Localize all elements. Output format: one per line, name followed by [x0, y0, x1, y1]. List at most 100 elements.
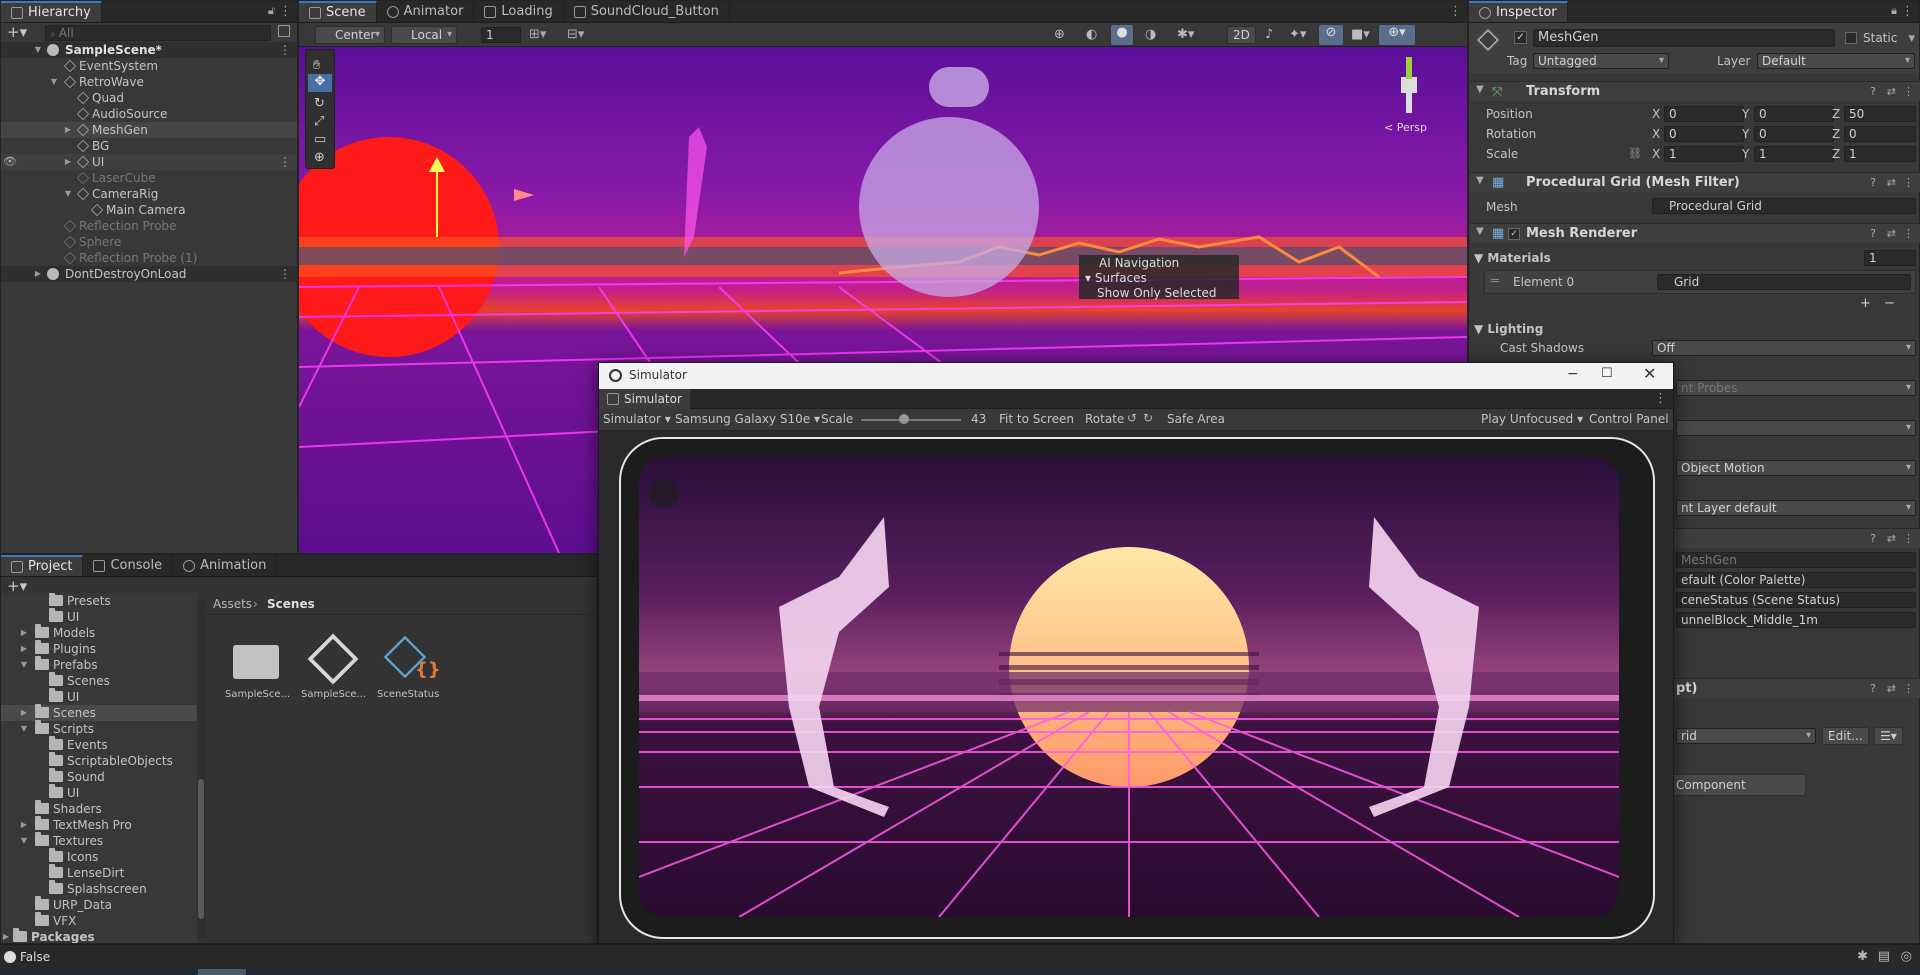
list-item[interactable]: Reflection Probe (1) — [1, 250, 297, 266]
tag-dropdown[interactable]: Untagged — [1533, 53, 1669, 69]
tree-item[interactable]: Icons — [1, 848, 197, 865]
preset-icon[interactable]: ⇄ — [1887, 85, 1896, 98]
rotation-z[interactable]: 0 — [1844, 126, 1916, 142]
hidden-objects-icon[interactable]: ⊘ — [1319, 25, 1343, 45]
asset-item[interactable]: SampleSce... — [299, 631, 366, 711]
tree-item[interactable]: ▶ Packages — [1, 928, 197, 943]
device-screen[interactable] — [639, 457, 1619, 917]
help-icon[interactable]: ? — [1870, 176, 1876, 189]
mode-dropdown[interactable]: Simulator ▾ — [603, 412, 671, 426]
enabled-checkbox[interactable]: ✓ — [1508, 228, 1520, 240]
more-icon[interactable]: ⋮ — [279, 4, 292, 19]
materials-count[interactable]: 1 — [1864, 250, 1916, 266]
tree-item[interactable]: VFX — [1, 912, 197, 929]
wireframe-icon[interactable]: ◐ — [1086, 27, 1097, 42]
scale-x[interactable]: 1 — [1664, 146, 1744, 162]
motion-vectors-dropdown[interactable]: Object Motion — [1676, 460, 1916, 476]
list-item[interactable]: Quad — [1, 90, 297, 106]
tab-loading[interactable]: Loading — [474, 1, 564, 22]
scale-z[interactable]: 1 — [1844, 146, 1916, 162]
camera-icon[interactable]: ■▾ — [1351, 27, 1370, 42]
scale-slider-thumb[interactable] — [899, 414, 909, 424]
breadcrumb-current[interactable]: Scenes — [267, 597, 315, 611]
tree-item[interactable]: UI — [1, 608, 197, 625]
tree-item[interactable]: ▶ TextMesh Pro — [1, 816, 197, 833]
more-icon[interactable]: ⋮ — [1654, 391, 1667, 406]
add-element-button[interactable]: + — [1860, 296, 1871, 311]
list-item[interactable]: ▼ RetroWave — [1, 74, 297, 90]
control-panel-button[interactable]: Control Panel — [1589, 412, 1669, 426]
probes-dropdown[interactable]: nt Probes — [1676, 380, 1916, 396]
mesh-object-field[interactable]: Procedural Grid — [1652, 198, 1916, 214]
ref-field-1[interactable]: MeshGen — [1676, 552, 1916, 568]
close-button[interactable]: ✕ — [1643, 364, 1656, 383]
list-item[interactable]: BG — [1, 138, 297, 154]
bug-icon[interactable]: ✱ — [1857, 949, 1868, 964]
position-z[interactable]: 50 — [1844, 106, 1916, 122]
safe-area-toggle[interactable]: Safe Area — [1167, 412, 1225, 426]
component-menu-icon[interactable]: ⋮ — [1903, 85, 1914, 98]
tree-item[interactable]: ▶ Plugins — [1, 640, 197, 657]
scale-y[interactable]: 1 — [1754, 146, 1834, 162]
asset-item[interactable]: SampleSce... — [223, 631, 290, 711]
global-icon[interactable]: ⊕ — [1054, 27, 1065, 42]
list-item[interactable]: EventSystem — [1, 58, 297, 74]
tree-item[interactable]: ▼ Prefabs — [1, 656, 197, 673]
lighting-foldout[interactable]: ▼ Lighting — [1474, 322, 1543, 336]
scene-menu-icon[interactable]: ⋮ — [279, 42, 291, 58]
maximize-button[interactable]: ☐ — [1601, 366, 1613, 381]
component-menu-icon[interactable]: ⋮ — [1903, 227, 1914, 240]
preset-icon[interactable]: ⇄ — [1887, 176, 1896, 189]
more-icon[interactable]: ⋮ — [1449, 4, 1462, 19]
rotate-right-icon[interactable]: ↻ — [1143, 411, 1153, 425]
tab-soundcloud-button[interactable]: SoundCloud_Button — [564, 1, 730, 22]
list-item[interactable]: ▶ MeshGen — [1, 122, 297, 138]
list-item[interactable]: Reflection Probe — [1, 218, 297, 234]
hidden-dropdown[interactable] — [1676, 420, 1916, 436]
snap-icon[interactable]: ⊞▾ — [529, 27, 546, 42]
pivot-mode-dropdown[interactable]: Center — [315, 26, 385, 44]
component-menu-icon[interactable]: ⋮ — [1903, 176, 1914, 189]
layer-dropdown[interactable]: Default — [1757, 53, 1915, 69]
tab-animator[interactable]: Animator — [377, 1, 475, 22]
preset-icon[interactable]: ⇄ — [1887, 227, 1896, 240]
increment-snap-icon[interactable]: ⊟▾ — [567, 27, 584, 42]
tree-item[interactable]: Events — [1, 736, 197, 753]
tab-console[interactable]: Console — [83, 555, 174, 576]
help-icon[interactable]: ? — [1870, 85, 1876, 98]
tree-item[interactable]: Shaders — [1, 800, 197, 817]
minimize-button[interactable]: − — [1567, 366, 1579, 382]
transform-tool-icon[interactable]: ⊕ — [314, 150, 325, 165]
tree-item[interactable]: Splashscreen — [1, 880, 197, 897]
surfaces-foldout[interactable]: ▾ Surfaces — [1085, 271, 1147, 285]
more-icon[interactable]: ⋮ — [1901, 4, 1914, 19]
audio-icon[interactable]: ♪ — [1265, 27, 1273, 42]
tree-item[interactable]: ▶ Scenes — [1, 704, 197, 721]
name-field[interactable]: MeshGen — [1533, 29, 1835, 47]
transform-header[interactable]: ▼ ⤧ Transform ? ⇄ ⋮ — [1470, 81, 1920, 101]
tab-scene[interactable]: Scene — [299, 1, 377, 22]
tree-item[interactable]: Sound — [1, 768, 197, 785]
simulator-titlebar[interactable]: Simulator − ☐ ✕ — [599, 363, 1673, 389]
add-icon[interactable]: +▾ — [7, 23, 27, 41]
persp-label[interactable]: < Persp — [1384, 121, 1427, 134]
drag-handle-icon[interactable]: ═ — [1491, 274, 1499, 289]
tree-item[interactable]: ▶ Models — [1, 624, 197, 641]
rect-tool-icon[interactable]: ▭ — [314, 132, 326, 147]
scale-tool-icon[interactable]: ⤢ — [314, 114, 324, 129]
tab-inspector[interactable]: Inspector — [1469, 1, 1568, 22]
tree-item[interactable]: Presets — [1, 593, 197, 609]
shaded-icon[interactable]: ● — [1111, 25, 1133, 45]
breadcrumb-root[interactable]: Assets — [213, 597, 252, 611]
mesh-filter-header[interactable]: ▼ ▦ Procedural Grid (Mesh Filter) ? ⇄ ⋮ — [1470, 172, 1920, 192]
tab-simulator[interactable]: Simulator — [599, 389, 690, 409]
add-component-button[interactable]: Component — [1670, 774, 1806, 796]
rotation-y[interactable]: 0 — [1754, 126, 1834, 142]
fit-to-screen-button[interactable]: Fit to Screen — [999, 412, 1074, 426]
search-input[interactable]: ⌕ All — [45, 25, 271, 41]
static-checkbox[interactable] — [1845, 32, 1857, 44]
cast-shadows-dropdown[interactable]: Off — [1652, 340, 1916, 356]
active-checkbox[interactable]: ✓ — [1514, 31, 1527, 44]
tree-item[interactable]: ScriptableObjects — [1, 752, 197, 769]
grid-size-input[interactable]: 1 — [481, 27, 521, 43]
